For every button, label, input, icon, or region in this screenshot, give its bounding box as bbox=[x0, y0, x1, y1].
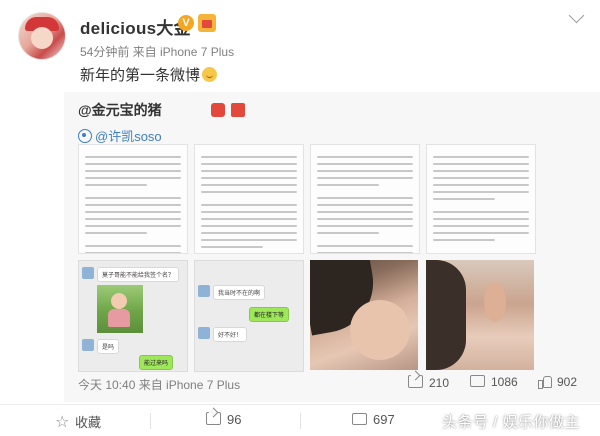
like-count: 902 bbox=[557, 375, 578, 389]
member-badge-icon bbox=[198, 14, 216, 32]
repost-footer: 今天 10:40 来自 iPhone 7 Plus 210 1086 902 bbox=[64, 373, 600, 395]
mention-link[interactable]: @许凯soso bbox=[78, 126, 162, 145]
chat-bubble: 都在楼下等 bbox=[249, 307, 290, 322]
text-screenshot-4[interactable] bbox=[426, 144, 536, 254]
vip-badge-icon bbox=[211, 102, 225, 117]
verified-badge-icon: V bbox=[178, 15, 194, 31]
repost-author[interactable]: @金元宝的猪 bbox=[78, 100, 162, 120]
text-screenshot-3[interactable] bbox=[310, 144, 420, 254]
share-icon bbox=[206, 412, 221, 425]
post-header: delicious大金 V 54分钟前 来自 iPhone 7 Plus 新年的… bbox=[0, 0, 600, 92]
chat-avatar bbox=[198, 285, 210, 297]
repost-comment-button[interactable]: 1086 bbox=[470, 375, 518, 389]
comment-button[interactable]: 697 bbox=[352, 412, 395, 427]
comment-count: 697 bbox=[373, 412, 395, 427]
chat-screenshot-1[interactable]: 莫子哥能不能给我签个名？ 是吗 能过来吗 bbox=[78, 260, 188, 372]
post-text: 新年的第一条微博 bbox=[80, 64, 218, 85]
red-envelope-icon bbox=[231, 102, 246, 117]
chevron-down-icon[interactable] bbox=[568, 7, 585, 24]
chat-bubble: 能过来吗 bbox=[139, 355, 174, 370]
watermark: 头条号 / 娱乐你做主 bbox=[442, 414, 581, 431]
chat-screenshot-2[interactable]: 我当时不在的啊 都在楼下等 好不好！ bbox=[194, 260, 304, 372]
avatar[interactable] bbox=[18, 12, 66, 60]
text-screenshot-1[interactable] bbox=[78, 144, 188, 254]
post-text-content: 新年的第一条微博 bbox=[80, 67, 201, 84]
chat-avatar bbox=[82, 267, 94, 279]
chat-avatar bbox=[82, 339, 94, 351]
repost-share-button[interactable]: 210 bbox=[408, 375, 449, 390]
divider bbox=[300, 413, 301, 429]
comment-icon bbox=[470, 375, 485, 387]
share-icon bbox=[408, 375, 423, 388]
chat-bubble: 莫子哥能不能给我签个名？ bbox=[97, 267, 180, 282]
repost-like-button[interactable]: 902 bbox=[538, 375, 577, 389]
repost-badges bbox=[211, 101, 247, 119]
favorite-button[interactable]: 收藏 bbox=[55, 412, 101, 431]
selfie-photo-2[interactable] bbox=[426, 260, 534, 370]
like-icon bbox=[538, 376, 552, 389]
share-count: 210 bbox=[429, 376, 450, 390]
divider bbox=[150, 413, 151, 429]
smile-emoji-icon bbox=[202, 67, 218, 82]
reposted-card: @金元宝的猪 @许凯soso 莫子哥能不能给我签个名？ 是吗 能过来吗 我当时不… bbox=[64, 92, 600, 402]
chat-avatar bbox=[198, 327, 210, 339]
favorite-label: 收藏 bbox=[75, 415, 102, 430]
text-screenshot-2[interactable] bbox=[194, 144, 304, 254]
chat-bubble: 好不好！ bbox=[213, 327, 248, 342]
repost-time[interactable]: 今天 10:40 来自 iPhone 7 Plus bbox=[78, 376, 240, 393]
chat-bubble: 我当时不在的啊 bbox=[213, 285, 266, 300]
share-count: 96 bbox=[227, 412, 242, 427]
comment-count: 1086 bbox=[491, 375, 518, 389]
mention-text: @许凯soso bbox=[95, 129, 162, 144]
baby-photo bbox=[97, 285, 143, 333]
chat-bubble: 是吗 bbox=[97, 339, 120, 354]
at-icon bbox=[78, 129, 92, 143]
star-icon bbox=[55, 412, 69, 431]
selfie-photo-1[interactable] bbox=[310, 260, 418, 370]
share-button[interactable]: 96 bbox=[206, 412, 241, 427]
post-meta: 54分钟前 来自 iPhone 7 Plus bbox=[80, 45, 235, 59]
avatar-face bbox=[31, 27, 53, 49]
comment-icon bbox=[352, 413, 367, 425]
username[interactable]: delicious大金 bbox=[80, 14, 191, 39]
